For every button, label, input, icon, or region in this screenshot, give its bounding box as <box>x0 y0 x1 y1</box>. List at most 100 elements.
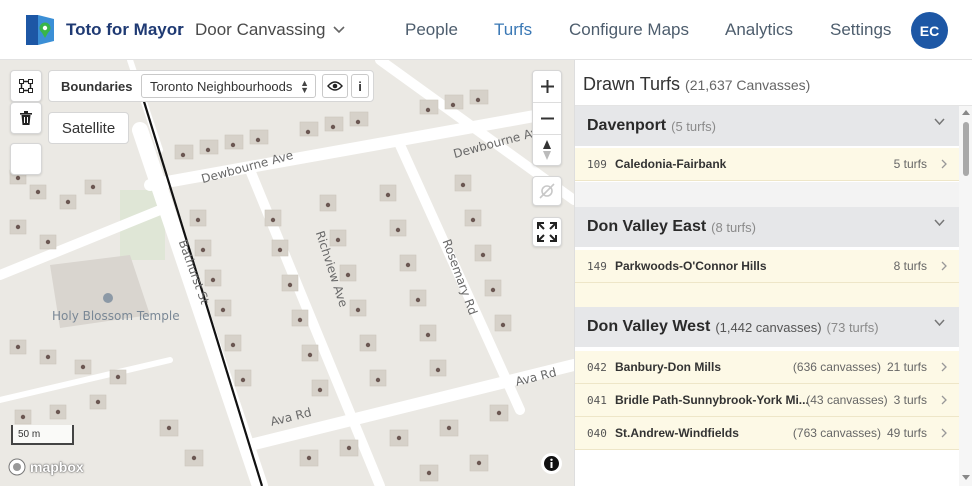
chevron-down-icon <box>934 319 945 327</box>
geolocate-icon <box>539 183 555 199</box>
chevron-down-icon <box>934 118 945 126</box>
chevron-right-icon <box>941 428 947 438</box>
turf-name: Banbury-Don Mills <box>615 360 722 374</box>
turf-name: Caledonia-Fairbank <box>615 157 727 171</box>
eye-icon <box>327 81 343 91</box>
turf-row[interactable]: 149 Parkwoods-O'Connor Hills 8 turfs <box>575 250 959 283</box>
group-name: Davenport <box>587 117 667 134</box>
draw-polygon-button[interactable] <box>10 70 42 102</box>
mapbox-logo[interactable]: mapbox <box>8 458 84 476</box>
scroll-down-arrow-icon[interactable] <box>962 475 970 480</box>
panel-title: Drawn Turfs (21,637 Canvasses) <box>583 74 810 95</box>
group-name: Don Valley East <box>587 218 707 235</box>
chevron-right-icon <box>941 261 947 271</box>
group-canvass-count: (1,442 canvasses) <box>715 319 822 335</box>
map-view[interactable]: Dewbourne Ave Dewbourne Ave Richview Ave… <box>0 60 574 486</box>
turf-name: Parkwoods-O'Connor Hills <box>615 259 767 273</box>
zoom-control <box>532 70 562 166</box>
turf-row[interactable]: 040 St.Andrew-Windfields (763 canvasses)… <box>575 417 959 450</box>
turf-canvass-count: (763 canvasses) <box>792 426 881 440</box>
turf-canvass-count: (636 canvasses) <box>792 360 881 374</box>
reset-bearing-button[interactable] <box>533 135 561 165</box>
turf-count: 8 turfs <box>893 259 927 273</box>
nav-analytics[interactable]: Analytics <box>725 20 793 40</box>
group-spacer <box>575 182 959 207</box>
turf-code: 109 <box>587 157 607 171</box>
boundaries-select[interactable]: Toronto Neighbourhoods ▲ ▼ <box>141 74 316 98</box>
turf-name: Bridle Path-Sunnybrook-York Mi... <box>615 393 809 407</box>
zoom-out-icon <box>540 117 554 120</box>
chevron-right-icon <box>941 362 947 372</box>
map-scale: 50 m <box>11 425 74 445</box>
nav-settings[interactable]: Settings <box>830 20 891 40</box>
turf-row[interactable]: 042 Banbury-Don Mills (636 canvasses) 21 … <box>575 351 959 384</box>
chevron-right-icon <box>941 395 947 405</box>
turf-count: 3 turfs <box>893 393 927 407</box>
campaign-type-dropdown[interactable]: Door Canvassing <box>195 20 345 40</box>
turf-stats: (43 canvasses) 3 turfs <box>806 393 927 407</box>
turf-stats: (763 canvasses) 49 turfs <box>793 426 927 440</box>
mapbox-logo-icon <box>8 458 26 476</box>
toggle-boundaries-button[interactable] <box>322 74 348 98</box>
empty-map-control[interactable] <box>10 143 42 175</box>
scroll-up-arrow-icon[interactable] <box>962 110 970 115</box>
nav-turfs[interactable]: Turfs <box>494 20 532 40</box>
delete-shape-button[interactable] <box>10 102 42 134</box>
panel-title-count: (21,637 Canvasses) <box>685 77 811 93</box>
turf-code: 040 <box>587 426 607 440</box>
trash-icon <box>20 111 32 125</box>
nav-people[interactable]: People <box>405 20 458 40</box>
row-spacer <box>575 283 959 307</box>
turf-canvass-count: (43 canvasses) <box>806 393 888 407</box>
group-header-don-valley-east[interactable]: Don Valley East (8 turfs) <box>575 207 959 247</box>
boundaries-control: Boundaries Toronto Neighbourhoods ▲ ▼ i <box>48 70 374 102</box>
group-header-don-valley-west[interactable]: Don Valley West (1,442 canvasses) (73 tu… <box>575 307 959 347</box>
attribution-button[interactable] <box>541 453 562 474</box>
scrollbar-thumb[interactable] <box>963 122 969 176</box>
place-of-worship-icon <box>103 293 113 303</box>
fullscreen-button[interactable] <box>532 217 562 247</box>
boundaries-label: Boundaries <box>61 78 133 94</box>
turf-code: 041 <box>587 393 607 407</box>
brand-name[interactable]: Toto for Mayor <box>66 20 184 40</box>
turf-row[interactable]: 109 Caledonia-Fairbank 5 turfs <box>575 148 959 181</box>
info-icon <box>544 456 559 471</box>
group-meta: (5 turfs) <box>671 118 716 134</box>
brand-separator: : <box>178 20 183 39</box>
turf-count: 5 turfs <box>893 157 927 171</box>
chevron-right-icon <box>941 159 947 169</box>
fullscreen-icon <box>537 222 557 242</box>
panel-scrollbar[interactable] <box>959 106 972 486</box>
mapbox-logo-text: mapbox <box>30 459 84 475</box>
zoom-out-button[interactable] <box>533 103 561 135</box>
turf-row[interactable]: 041 Bridle Path-Sunnybrook-York Mi... (4… <box>575 384 959 417</box>
zoom-in-button[interactable] <box>533 71 561 103</box>
boundaries-select-value: Toronto Neighbourhoods <box>150 79 293 94</box>
turf-name: St.Andrew-Windfields <box>615 426 739 440</box>
turf-count: 49 turfs <box>886 426 927 440</box>
zoom-in-icon <box>540 80 554 93</box>
nav-configure-maps[interactable]: Configure Maps <box>569 20 689 40</box>
poi-label: Holy Blossom Temple <box>52 309 180 323</box>
campaign-type-label: Door Canvassing <box>195 20 326 39</box>
turf-stats: (636 canvasses) 21 turfs <box>793 360 927 374</box>
panel-title-text: Drawn Turfs <box>583 74 681 94</box>
turf-count: 21 turfs <box>886 360 927 374</box>
geolocate-button[interactable] <box>532 176 562 206</box>
select-arrows-icon: ▲ ▼ <box>300 78 309 95</box>
drawn-turfs-panel: Drawn Turfs (21,637 Canvasses) Davenport… <box>574 60 972 486</box>
compass-icon <box>543 140 551 160</box>
top-navigation-bar: Toto for Mayor : Door Canvassing People … <box>0 0 972 60</box>
group-name: Don Valley West <box>587 318 711 335</box>
group-meta: (8 turfs) <box>711 219 756 235</box>
group-header-davenport[interactable]: Davenport (5 turfs) <box>575 106 959 146</box>
chevron-down-icon <box>333 26 345 34</box>
turf-code: 042 <box>587 360 607 374</box>
list-bottom-space <box>575 451 959 486</box>
satellite-toggle-button[interactable]: Satellite <box>48 112 129 144</box>
boundaries-info-button[interactable]: i <box>351 74 369 98</box>
app-logo-icon[interactable] <box>24 14 56 46</box>
group-meta: (73 turfs) <box>826 319 879 335</box>
turf-code: 149 <box>587 259 607 273</box>
user-avatar[interactable]: EC <box>911 12 948 49</box>
